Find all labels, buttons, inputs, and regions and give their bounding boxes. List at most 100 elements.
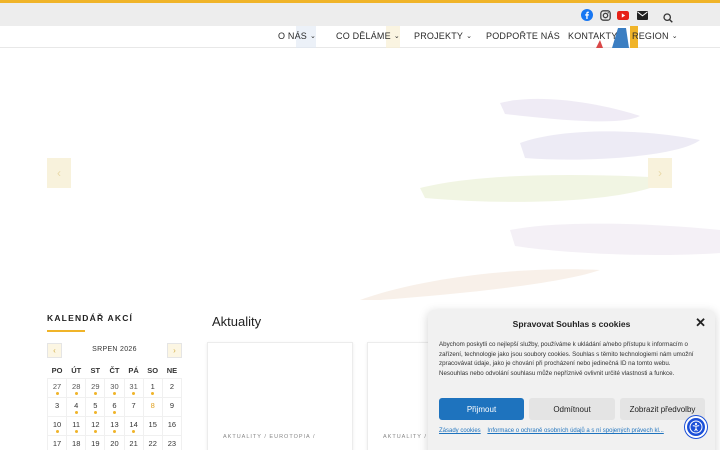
accessibility-icon[interactable] — [685, 416, 707, 438]
calendar-day[interactable]: 19 — [85, 434, 106, 450]
calendar-day-number: 31 — [129, 381, 138, 391]
calendar-next-button[interactable]: › — [167, 343, 182, 358]
calendar-day[interactable]: 17 — [46, 434, 68, 450]
nav-label: O NÁS — [278, 31, 308, 41]
weekday-label: PÁ — [128, 365, 139, 375]
calendar-day[interactable]: 22 — [142, 434, 163, 450]
cookie-policy-link[interactable]: Zásady cookies — [439, 428, 481, 434]
chevron-right-icon: › — [173, 346, 176, 355]
calendar-day-number: 15 — [148, 419, 157, 429]
calendar-day-number: 30 — [110, 381, 119, 391]
calendar-day-number: 4 — [74, 400, 79, 410]
cookie-dialog-text: Abychom poskytli co nejlepší služby, pou… — [439, 341, 694, 377]
top-bar — [0, 0, 720, 26]
chevron-down-icon: ⌄ — [393, 33, 400, 40]
calendar-day[interactable]: 4 — [66, 396, 87, 417]
calendar-week-row: 27 28 29 30 31 1 2 — [46, 377, 183, 398]
calendar-day[interactable]: 21 — [123, 434, 144, 450]
calendar-day[interactable]: 28 — [66, 377, 87, 398]
calendar-week-row: 10 11 12 13 14 15 16 — [46, 415, 183, 436]
deny-cookies-button[interactable]: Odmítnout — [529, 398, 615, 420]
calendar-day-number: 19 — [91, 438, 100, 448]
nav-label: PODPOŘTE NÁS — [486, 31, 560, 41]
calendar-day[interactable]: 29 — [85, 377, 106, 398]
mail-icon[interactable] — [635, 8, 649, 22]
calendar-day[interactable]: 8 — [142, 396, 163, 417]
instagram-icon[interactable] — [598, 8, 612, 22]
calendar-day-number: 20 — [110, 438, 119, 448]
event-dot — [93, 429, 97, 433]
calendar-day[interactable]: 16 — [161, 415, 183, 436]
nav-label: KONTAKTY — [568, 31, 618, 41]
facebook-icon[interactable] — [580, 8, 594, 22]
weekday-label: NE — [166, 365, 178, 375]
calendar-week-row: 17 18 19 20 21 22 23 — [46, 434, 183, 450]
calendar-day[interactable]: 20 — [104, 434, 125, 450]
calendar-title-underline — [47, 330, 85, 332]
search-icon[interactable] — [661, 11, 675, 25]
calendar-day[interactable]: 11 — [66, 415, 87, 436]
calendar-day[interactable]: 23 — [161, 434, 183, 450]
calendar-day[interactable]: 3 — [46, 396, 68, 417]
calendar-day[interactable]: 9 — [161, 396, 183, 417]
weekday-label: SO — [147, 365, 159, 375]
close-icon[interactable]: ✕ — [695, 316, 706, 329]
calendar-day[interactable]: 7 — [123, 396, 144, 417]
nav-item-region[interactable]: REGION ⌄ — [632, 31, 678, 41]
slider-prev-button[interactable]: ‹ — [47, 158, 71, 188]
cookie-dialog-title: Spravovat Souhlas s cookies — [512, 319, 631, 329]
calendar-day-number: 29 — [91, 381, 100, 391]
calendar-grid: PO ÚT ST ČT PÁ SO NE 27 28 29 30 31 1 2 3 4 5 6 7 8 9… — [46, 363, 183, 450]
nav-item-podporte-nas[interactable]: PODPOŘTE NÁS — [486, 31, 560, 41]
event-dot — [55, 391, 59, 395]
calendar-day-number: 5 — [93, 400, 98, 410]
hero-brush-decoration — [360, 98, 720, 300]
calendar-day-number: 7 — [131, 400, 136, 410]
calendar-weekday-row: PO ÚT ST ČT PÁ SO NE — [48, 363, 182, 378]
nav-label: REGION — [632, 31, 669, 41]
event-dot — [132, 429, 136, 433]
cookie-consent-dialog: Spravovat Souhlas s cookies ✕ Abychom po… — [428, 310, 715, 450]
slider-next-button[interactable]: › — [648, 158, 672, 188]
calendar-day[interactable]: 1 — [142, 377, 163, 398]
calendar-day-number: 3 — [54, 400, 60, 410]
calendar-week-row: 3 4 5 6 7 8 9 — [46, 396, 183, 417]
news-card[interactable]: AKTUALITY / EUROTOPIA / — [207, 342, 353, 450]
chevron-down-icon: ⌄ — [671, 33, 678, 40]
calendar-day[interactable]: 13 — [104, 415, 125, 436]
chevron-left-icon: ‹ — [57, 166, 61, 180]
calendar-day[interactable]: 6 — [104, 396, 125, 417]
calendar-day-number: 2 — [169, 381, 174, 391]
accept-cookies-button[interactable]: Přijmout — [439, 398, 524, 420]
calendar-title: KALENDÁŘ AKCÍ — [47, 313, 134, 323]
calendar-day[interactable]: 18 — [66, 434, 87, 450]
calendar-day[interactable]: 31 — [123, 377, 144, 398]
calendar-day[interactable]: 15 — [142, 415, 163, 436]
calendar-day-number: 9 — [169, 400, 174, 410]
calendar-day[interactable]: 27 — [46, 377, 68, 398]
nav-item-co-delame[interactable]: CO DĚLÁME ⌄ — [336, 31, 400, 41]
nav-label: CO DĚLÁME — [336, 31, 391, 41]
event-dot — [74, 391, 78, 395]
nav-item-kontakty[interactable]: KONTAKTY — [568, 31, 617, 41]
main-nav: O NÁS ⌄ CO DĚLÁME ⌄ PROJEKTY ⌄ PODPOŘTE NÁS… — [0, 26, 720, 48]
calendar-day[interactable]: 12 — [85, 415, 106, 436]
calendar-day-number: 6 — [112, 400, 117, 410]
privacy-policy-link[interactable]: Informace o ochraně osobních údajů a s n… — [487, 428, 663, 434]
calendar-day[interactable]: 10 — [46, 415, 68, 436]
calendar-day[interactable]: 5 — [85, 396, 106, 417]
news-section-title: Aktuality — [212, 314, 262, 329]
calendar-prev-button[interactable]: ‹ — [47, 343, 62, 358]
calendar-day[interactable]: 2 — [161, 377, 183, 398]
calendar-day[interactable]: 14 — [123, 415, 144, 436]
nav-item-projekty[interactable]: PROJEKTY ⌄ — [414, 31, 472, 41]
calendar-day-number: 28 — [72, 381, 81, 391]
news-card-category[interactable]: AKTUALITY / EUROTOPIA / — [223, 434, 315, 440]
calendar-day-number: 8 — [150, 400, 155, 410]
nav-item-o-nas[interactable]: O NÁS ⌄ — [278, 31, 316, 41]
calendar-day-number: 13 — [110, 419, 119, 429]
calendar-day[interactable]: 30 — [104, 377, 125, 398]
event-dot — [55, 429, 59, 433]
youtube-icon[interactable] — [616, 8, 630, 22]
calendar-day-number: 22 — [148, 438, 157, 448]
